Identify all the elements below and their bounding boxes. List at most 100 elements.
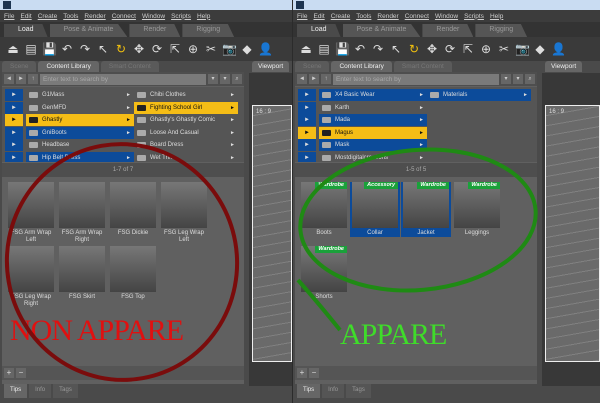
- menu-help[interactable]: Help: [490, 13, 503, 20]
- menu-edit[interactable]: Edit: [20, 13, 31, 20]
- tool-2-icon[interactable]: 💾: [335, 42, 350, 56]
- tab-info[interactable]: Info: [29, 384, 52, 398]
- tool-8-icon[interactable]: ⟳: [443, 42, 457, 56]
- tool-13-icon[interactable]: ◆: [240, 42, 254, 56]
- menu-scripts[interactable]: Scripts: [171, 13, 191, 20]
- tool-2-icon[interactable]: 💾: [42, 42, 57, 56]
- menu-window[interactable]: Window: [435, 13, 458, 20]
- tool-11-icon[interactable]: ✂: [204, 42, 218, 56]
- tab-load[interactable]: Load: [4, 24, 48, 37]
- tool-4-icon[interactable]: ↷: [78, 42, 92, 56]
- folder-item[interactable]: GniBoots ►: [26, 126, 134, 139]
- tab-tips[interactable]: Tips: [297, 384, 321, 398]
- folder-item[interactable]: Wet Thi... ►: [134, 152, 238, 163]
- tool-9-icon[interactable]: ⇱: [168, 42, 182, 56]
- menu-tools[interactable]: Tools: [63, 13, 78, 20]
- menu-create[interactable]: Create: [38, 13, 58, 20]
- tool-14-icon[interactable]: 👤: [258, 42, 273, 56]
- content-item[interactable]: Accessory Collar: [350, 182, 400, 237]
- expand-arrow-icon[interactable]: ►: [298, 114, 316, 126]
- expand-arrow-icon[interactable]: ►: [5, 89, 23, 101]
- viewport-canvas[interactable]: 16 : 9: [252, 105, 292, 362]
- tool-12-icon[interactable]: 📷: [515, 42, 530, 56]
- tool-6-icon[interactable]: ↻: [114, 42, 128, 56]
- tool-1-icon[interactable]: ▤: [24, 42, 38, 56]
- tool-11-icon[interactable]: ✂: [497, 42, 511, 56]
- forward-icon[interactable]: ►: [309, 74, 319, 84]
- tab-pose-animate[interactable]: Pose & Animate: [49, 24, 128, 37]
- menu-tools[interactable]: Tools: [356, 13, 371, 20]
- expand-arrow-icon[interactable]: ►: [5, 139, 23, 151]
- tool-10-icon[interactable]: ⊕: [186, 42, 200, 56]
- filter-dropdown-icon[interactable]: ▾: [208, 74, 218, 84]
- content-item[interactable]: Wardrobe Boots: [299, 182, 349, 237]
- tool-0-icon[interactable]: ⏏: [299, 42, 313, 56]
- folder-item[interactable]: Materials ►: [427, 89, 531, 101]
- expand-arrow-icon[interactable]: ►: [5, 114, 23, 126]
- tool-13-icon[interactable]: ◆: [533, 42, 547, 56]
- menu-render[interactable]: Render: [84, 13, 105, 20]
- search-input[interactable]: Enter text to search by: [40, 73, 206, 85]
- tool-4-icon[interactable]: ↷: [371, 42, 385, 56]
- folder-item[interactable]: Magus ►: [319, 126, 427, 139]
- tool-0-icon[interactable]: ⏏: [6, 42, 20, 56]
- tab-rigging[interactable]: Rigging: [475, 24, 528, 37]
- content-item[interactable]: FSG Dickie: [108, 182, 158, 237]
- folder-item[interactable]: G1Mass ►: [26, 89, 134, 101]
- back-icon[interactable]: ◄: [297, 74, 307, 84]
- filter-dropdown-icon[interactable]: ▾: [501, 74, 511, 84]
- search-input[interactable]: Enter text to search by: [333, 73, 499, 85]
- folder-item[interactable]: Loose And Casual ►: [134, 127, 238, 139]
- folder-item[interactable]: Mostdigitalcreations ►: [319, 152, 427, 163]
- folder-item[interactable]: Headbase ►: [26, 139, 134, 151]
- tab-render[interactable]: Render: [129, 24, 181, 37]
- content-item[interactable]: FSG Skirt: [57, 246, 107, 301]
- folder-item[interactable]: Mask ►: [319, 139, 427, 151]
- folder-item[interactable]: Fighting School Girl ►: [134, 101, 238, 114]
- expand-arrow-icon[interactable]: ►: [298, 126, 316, 139]
- expand-arrow-icon[interactable]: ►: [298, 151, 316, 162]
- tool-12-icon[interactable]: 📷: [222, 42, 237, 56]
- tool-14-icon[interactable]: 👤: [551, 42, 566, 56]
- menu-help[interactable]: Help: [197, 13, 210, 20]
- folder-item[interactable]: X4 Basic Wear ►: [319, 89, 427, 101]
- menu-create[interactable]: Create: [331, 13, 351, 20]
- menu-render[interactable]: Render: [377, 13, 398, 20]
- tool-6-icon[interactable]: ↻: [407, 42, 421, 56]
- remove-icon[interactable]: −: [309, 368, 319, 378]
- tab-rigging[interactable]: Rigging: [182, 24, 235, 37]
- viewport-tab[interactable]: Viewport: [545, 61, 583, 72]
- folder-item[interactable]: Ghastly ►: [26, 114, 134, 126]
- expand-arrow-icon[interactable]: ►: [5, 101, 23, 114]
- menu-file[interactable]: File: [4, 13, 14, 20]
- menu-file[interactable]: File: [297, 13, 307, 20]
- content-item[interactable]: FSG Arm Wrap Right: [57, 182, 107, 244]
- expand-arrow-icon[interactable]: ►: [298, 101, 316, 114]
- expand-arrow-icon[interactable]: ►: [5, 151, 23, 162]
- search-options-icon[interactable]: ▾: [220, 74, 230, 84]
- tab-pose-animate[interactable]: Pose & Animate: [342, 24, 421, 37]
- content-item[interactable]: FSG Top: [108, 246, 158, 301]
- tool-9-icon[interactable]: ⇱: [461, 42, 475, 56]
- tool-3-icon[interactable]: ↶: [60, 42, 74, 56]
- folder-item[interactable]: Ghastly's Ghastly Comic ►: [134, 114, 238, 126]
- expand-arrow-icon[interactable]: ►: [5, 126, 23, 139]
- folder-item[interactable]: Board Dress ►: [134, 139, 238, 151]
- tool-7-icon[interactable]: ✥: [425, 42, 439, 56]
- content-item[interactable]: FSG Leg Wrap Right: [6, 246, 56, 308]
- tab-tips[interactable]: Tips: [4, 384, 28, 398]
- menu-edit[interactable]: Edit: [313, 13, 324, 20]
- content-item[interactable]: FSG Arm Wrap Left: [6, 182, 56, 244]
- folder-item[interactable]: Karth ►: [319, 102, 427, 114]
- tool-5-icon[interactable]: ↖: [389, 42, 403, 56]
- menu-scripts[interactable]: Scripts: [464, 13, 484, 20]
- tab-render[interactable]: Render: [422, 24, 474, 37]
- viewport-canvas[interactable]: 16 : 9: [545, 105, 600, 362]
- up-icon[interactable]: ↑: [321, 74, 331, 84]
- search-icon[interactable]: ⌕: [525, 74, 535, 84]
- content-item[interactable]: Wardrobe Leggings: [452, 182, 502, 237]
- add-icon[interactable]: +: [4, 368, 14, 378]
- menu-connect[interactable]: Connect: [112, 13, 136, 20]
- viewport-tab[interactable]: Viewport: [252, 61, 290, 72]
- tab-info[interactable]: Info: [322, 384, 345, 398]
